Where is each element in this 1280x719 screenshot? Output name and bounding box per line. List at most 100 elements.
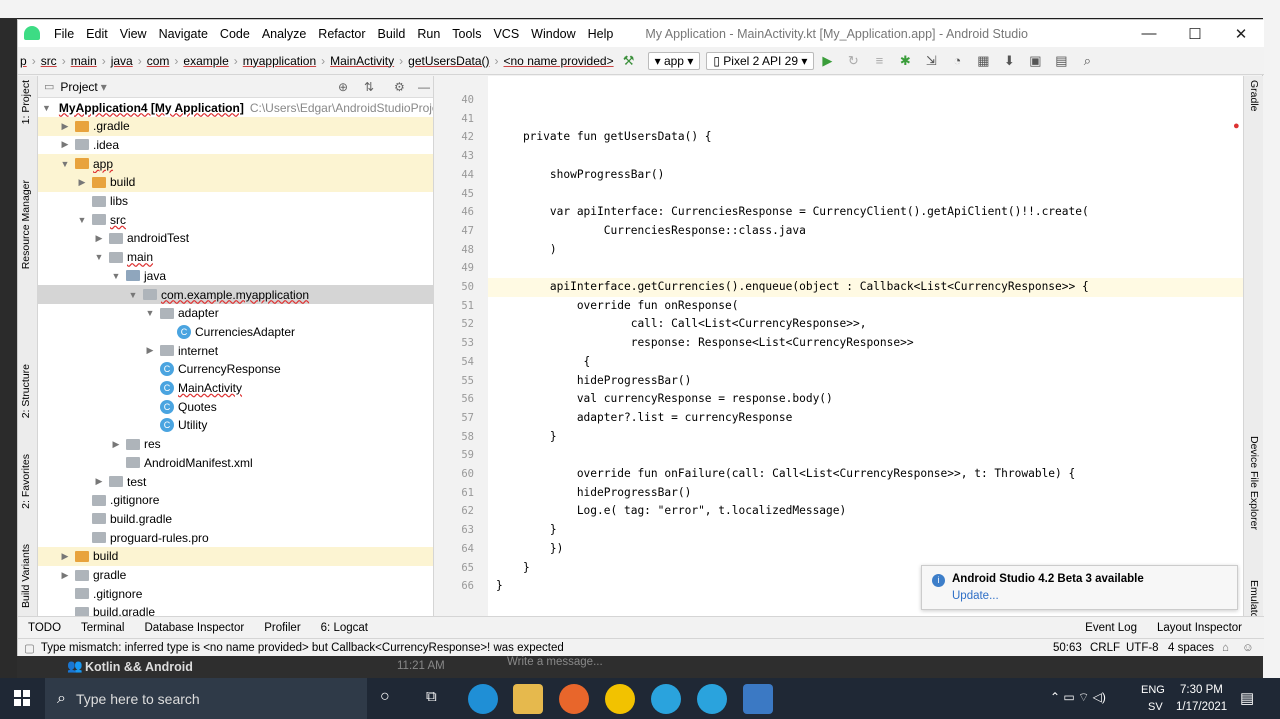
- tree-arrow-icon[interactable]: ▶: [93, 476, 105, 487]
- gear-icon[interactable]: ⚙: [394, 80, 405, 94]
- norton-icon[interactable]: [605, 684, 635, 714]
- breadcrumb-item[interactable]: <no name provided>: [502, 54, 616, 68]
- cortana-icon[interactable]: ○: [380, 688, 390, 706]
- tree-row[interactable]: .gitignore: [38, 584, 433, 603]
- breadcrumb-item[interactable]: java: [109, 54, 135, 68]
- tree-row[interactable]: ▼ adapter: [38, 304, 433, 323]
- tree-arrow-icon[interactable]: ▶: [59, 551, 71, 562]
- tree-arrow-icon[interactable]: ▼: [144, 308, 156, 318]
- collapse-all-icon[interactable]: ⇅: [364, 80, 374, 94]
- code-line[interactable]: Log.e( tag: "error", t.localizedMessage): [488, 502, 1243, 521]
- tree-row[interactable]: ▶ .gradle: [38, 116, 433, 136]
- code-line[interactable]: [488, 446, 1243, 465]
- tree-arrow-icon[interactable]: ▶: [59, 121, 71, 132]
- tree-row[interactable]: ▶ res: [38, 435, 433, 454]
- breadcrumb-item[interactable]: src: [39, 54, 59, 68]
- breadcrumb-item[interactable]: MainActivity: [328, 54, 396, 68]
- device-select[interactable]: ▯ Pixel 2 API 29 ▾: [706, 51, 815, 70]
- inspector-icon[interactable]: ☺: [1242, 642, 1254, 654]
- tool-window-2[interactable]: Database Inspector: [134, 622, 254, 634]
- breadcrumb-item[interactable]: com: [145, 54, 172, 68]
- code-editor[interactable]: private fun getUsersData() { showProgres…: [488, 76, 1243, 616]
- tree-row[interactable]: proguard-rules.pro: [38, 528, 433, 547]
- edge-icon[interactable]: [468, 684, 498, 714]
- left-tab-3[interactable]: 2: Favorites: [20, 454, 32, 509]
- indent-setting[interactable]: 4 spaces: [1168, 642, 1214, 654]
- code-line[interactable]: showProgressBar(): [488, 166, 1243, 185]
- tree-row[interactable]: libs: [38, 192, 433, 211]
- tree-row[interactable]: ▼ src: [38, 210, 433, 229]
- tree-row[interactable]: ▼ app: [38, 154, 433, 174]
- right-tab-0[interactable]: Gradle: [1248, 80, 1260, 112]
- chat-message-input[interactable]: Write a message...: [507, 656, 603, 668]
- language-indicator[interactable]: ENG: [1141, 684, 1165, 696]
- search-icon[interactable]: ⌕: [1079, 53, 1095, 69]
- tool-window-1[interactable]: Terminal: [71, 622, 134, 634]
- menu-refactor[interactable]: Refactor: [312, 27, 371, 41]
- file-explorer-icon[interactable]: [513, 684, 543, 714]
- tree-arrow-icon[interactable]: ▼: [110, 271, 122, 281]
- breadcrumb-item[interactable]: getUsersData(): [406, 54, 491, 68]
- tree-row[interactable]: C Utility: [38, 416, 433, 435]
- close-icon[interactable]: ✕: [1218, 20, 1264, 47]
- tree-arrow-icon[interactable]: ▼: [93, 252, 105, 262]
- taskbar-search[interactable]: ⌕ Type here to search: [45, 678, 367, 719]
- keyboard-indicator[interactable]: SV: [1148, 701, 1163, 713]
- tree-row[interactable]: ▶ internet: [38, 341, 433, 360]
- clock-time[interactable]: 7:30 PM: [1180, 684, 1223, 696]
- breadcrumb-item[interactable]: example: [181, 54, 230, 68]
- tree-row[interactable]: ▶ androidTest: [38, 229, 433, 248]
- tree-row[interactable]: .gitignore: [38, 491, 433, 510]
- code-line[interactable]: [488, 110, 1243, 129]
- tool-window-4[interactable]: 6: Logcat: [311, 622, 378, 634]
- tray-icons[interactable]: ⌃ ▭ ⌔ ◁): [1050, 690, 1106, 705]
- tree-arrow-icon[interactable]: ▼: [59, 159, 71, 169]
- task-view-icon[interactable]: ⧉: [426, 688, 437, 705]
- code-line[interactable]: [488, 91, 1243, 110]
- code-line[interactable]: call: Call<List<CurrencyResponse>>,: [488, 315, 1243, 334]
- tree-row[interactable]: ▶ build: [38, 546, 433, 566]
- left-tab-2[interactable]: 2: Structure: [20, 364, 32, 418]
- hammer-icon[interactable]: ⚒: [621, 53, 637, 69]
- code-line[interactable]: override fun onResponse(: [488, 297, 1243, 316]
- tool-window-right-0[interactable]: Event Log: [1075, 622, 1147, 634]
- breadcrumb-item[interactable]: main: [69, 54, 99, 68]
- code-line[interactable]: {: [488, 353, 1243, 372]
- code-line[interactable]: ): [488, 241, 1243, 260]
- code-line[interactable]: [488, 185, 1243, 204]
- tree-row[interactable]: C CurrencyResponse: [38, 360, 433, 379]
- tree-row[interactable]: ▶ .idea: [38, 135, 433, 154]
- tree-arrow-icon[interactable]: ▼: [42, 103, 51, 113]
- tree-row[interactable]: ▼ java: [38, 266, 433, 285]
- tree-row[interactable]: ▼ com.example.myapplication: [38, 285, 433, 304]
- run-icon[interactable]: ▶: [819, 53, 835, 69]
- code-line[interactable]: adapter?.list = currencyResponse: [488, 409, 1243, 428]
- code-line[interactable]: [488, 147, 1243, 166]
- left-tab-0[interactable]: 1: Project: [20, 80, 32, 124]
- debug-icon[interactable]: ✱: [897, 53, 913, 69]
- breadcrumb-item[interactable]: myapplication: [241, 54, 318, 68]
- menu-tools[interactable]: Tools: [446, 27, 487, 41]
- menu-vcs[interactable]: VCS: [487, 27, 525, 41]
- breadcrumb-item[interactable]: p: [18, 54, 29, 68]
- left-tab-1[interactable]: Resource Manager: [20, 180, 32, 269]
- tree-row[interactable]: build.gradle: [38, 509, 433, 528]
- tree-row[interactable]: ▶ gradle: [38, 566, 433, 585]
- firefox-icon[interactable]: [559, 684, 589, 714]
- menu-view[interactable]: View: [114, 27, 153, 41]
- coverage-icon[interactable]: ≡: [871, 53, 887, 68]
- code-line[interactable]: }): [488, 540, 1243, 559]
- menu-window[interactable]: Window: [525, 27, 581, 41]
- telegram-badge-icon[interactable]: [697, 684, 727, 714]
- code-line[interactable]: override fun onFailure(call: Call<List<C…: [488, 465, 1243, 484]
- sdk-manager-icon[interactable]: ⬇: [1001, 53, 1017, 69]
- left-tab-4[interactable]: Build Variants: [20, 544, 32, 608]
- tree-row[interactable]: AndroidManifest.xml: [38, 453, 433, 472]
- tree-row[interactable]: ▶ test: [38, 472, 433, 491]
- chevron-down-icon[interactable]: ▾: [101, 80, 107, 94]
- menu-file[interactable]: File: [48, 27, 80, 41]
- code-line[interactable]: val currencyResponse = response.body(): [488, 390, 1243, 409]
- maximize-icon[interactable]: ☐: [1172, 20, 1218, 47]
- update-link[interactable]: Update...: [952, 590, 999, 602]
- menu-help[interactable]: Help: [582, 27, 620, 41]
